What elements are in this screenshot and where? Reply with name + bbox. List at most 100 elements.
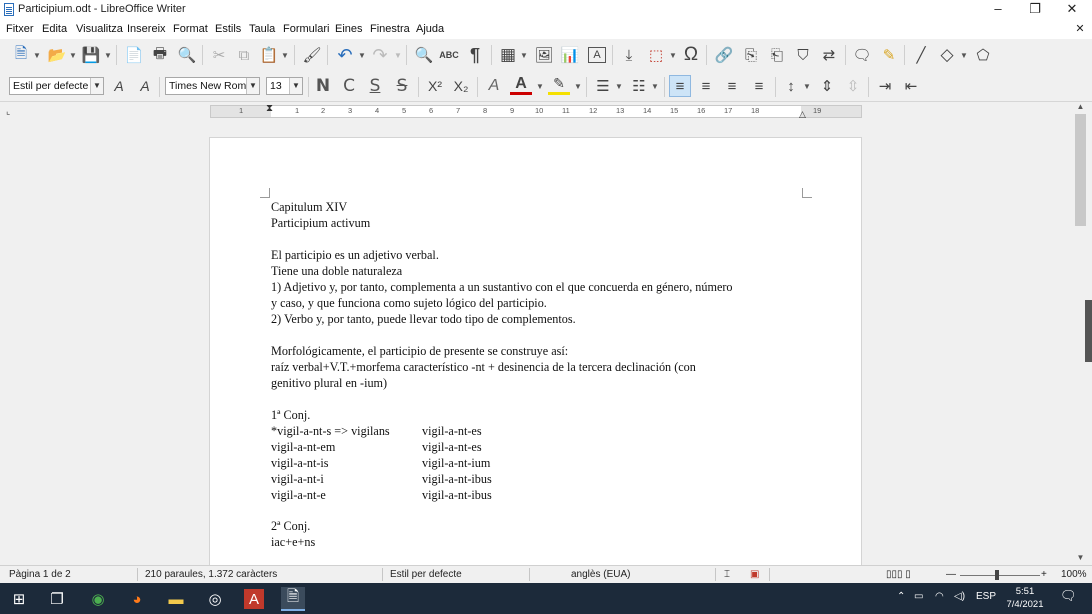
declension-cell[interactable]: vigil-a-nt-ibus <box>422 487 492 503</box>
chevron-down-icon[interactable]: ▼ <box>246 78 259 94</box>
declension-cell[interactable]: vigil-a-nt-es <box>422 423 482 439</box>
restore-button[interactable]: ❐ <box>1017 0 1053 20</box>
close-document-button[interactable]: ✕ <box>1068 20 1092 40</box>
doc-subheading[interactable]: Participium activum <box>271 215 370 231</box>
track-changes-icon[interactable]: ✎ <box>878 44 900 66</box>
insert-chart-icon[interactable]: 📊 <box>559 44 581 66</box>
scroll-thumb[interactable] <box>1075 114 1086 226</box>
right-indent-marker-icon[interactable]: △ <box>799 109 806 120</box>
new-style-icon[interactable]: A <box>134 75 156 97</box>
chevron-down-icon[interactable]: ▼ <box>536 82 544 91</box>
cross-reference-icon[interactable]: ⇄ <box>818 44 840 66</box>
hyperlink-icon[interactable]: 🔗 <box>713 44 735 66</box>
libreoffice-writer-taskbar-icon[interactable]: 🗎 <box>281 587 305 611</box>
font-size-combo[interactable]: 13 ▼ <box>266 77 303 95</box>
increase-paragraph-spacing-icon[interactable]: ⇕ <box>816 75 838 97</box>
superscript-button[interactable]: X² <box>424 75 446 97</box>
chevron-down-icon[interactable]: ▼ <box>104 51 112 60</box>
scroll-up-icon[interactable]: ▲ <box>1072 102 1089 114</box>
doc-line[interactable]: El participio es un adjetivo verbal. <box>271 247 439 263</box>
draw-functions-icon[interactable]: ⬠ <box>972 44 994 66</box>
cut-icon[interactable]: ✂ <box>208 44 230 66</box>
menu-finestra[interactable]: Finestra <box>370 23 410 35</box>
selection-mode-icon[interactable]: ⌶ <box>724 569 730 580</box>
justify-button[interactable]: ≡ <box>748 75 770 97</box>
declension-cell[interactable]: *vigil-a-nt-s => vigilans <box>271 423 390 439</box>
indent-marker-icon[interactable]: ⧗ <box>266 103 273 114</box>
align-center-button[interactable]: ≡ <box>695 75 717 97</box>
task-view-icon[interactable]: ❐ <box>45 587 69 611</box>
endnote-icon[interactable]: ⎗ <box>766 44 788 66</box>
doc-line[interactable]: 1ª Conj. <box>271 407 310 423</box>
print-preview-icon[interactable]: 🔍 <box>176 44 198 66</box>
horizontal-ruler[interactable]: 1 ⧗ 1 2 3 4 5 6 7 8 9 10 11 12 13 14 15 … <box>210 103 862 120</box>
clear-formatting-icon[interactable]: A <box>483 75 505 97</box>
document-modified-icon[interactable]: ▣ <box>750 569 759 580</box>
firefox-icon[interactable]: ◕ <box>125 587 149 611</box>
basic-shapes-icon[interactable]: ◇ <box>936 44 958 66</box>
chevron-down-icon[interactable]: ▼ <box>669 51 677 60</box>
save-icon[interactable]: 💾 <box>80 44 102 66</box>
copy-icon[interactable]: ⧉ <box>233 44 255 66</box>
menu-format[interactable]: Format <box>173 23 208 35</box>
windows-start-icon[interactable]: ⊞ <box>7 587 31 611</box>
view-layout-icon[interactable]: ▯▯▯ ▯ <box>886 569 911 580</box>
acrobat-icon[interactable]: A <box>244 589 264 609</box>
chevron-down-icon[interactable]: ▼ <box>615 82 623 91</box>
document-page[interactable]: Capitulum XIV Participium activum El par… <box>209 137 862 565</box>
doc-line[interactable]: Tiene una doble naturaleza <box>271 263 402 279</box>
page-break-icon[interactable]: ⤓ <box>618 44 640 66</box>
italic-button[interactable]: C <box>338 75 360 97</box>
new-document-icon[interactable]: 🗎 <box>10 44 32 66</box>
scroll-down-icon[interactable]: ▼ <box>1072 553 1089 565</box>
text-language[interactable]: anglès (EUA) <box>571 569 630 580</box>
doc-line[interactable]: 1) Adjetivo y, por tanto, complementa a … <box>271 279 733 295</box>
chevron-down-icon[interactable]: ▼ <box>358 51 366 60</box>
paste-icon[interactable]: 📋 <box>258 44 280 66</box>
wifi-icon[interactable]: ◠ <box>935 591 944 602</box>
doc-line[interactable]: y caso, y que funciona como sujeto lógic… <box>271 295 547 311</box>
decrease-paragraph-spacing-icon[interactable]: ⇳ <box>842 75 864 97</box>
tray-overflow-icon[interactable]: ⌃ <box>897 591 905 602</box>
export-pdf-icon[interactable]: 📄 <box>123 44 145 66</box>
chevron-down-icon[interactable]: ▼ <box>803 82 811 91</box>
doc-line[interactable]: Morfológicamente, el participio de prese… <box>271 343 568 359</box>
bookmark-icon[interactable]: ⛉ <box>792 44 814 66</box>
clone-formatting-icon[interactable]: 🖌 <box>301 44 323 66</box>
decrease-indent-icon[interactable]: ⇤ <box>900 75 922 97</box>
document-workspace[interactable]: Capitulum XIV Participium activum El par… <box>0 122 1072 565</box>
menu-fitxer[interactable]: Fitxer <box>6 23 34 35</box>
close-button[interactable]: ✕ <box>1054 0 1090 20</box>
underline-button[interactable]: S <box>364 75 386 97</box>
align-left-button[interactable]: ≡ <box>669 75 691 97</box>
chevron-down-icon[interactable]: ▼ <box>33 51 41 60</box>
menu-formulari[interactable]: Formulari <box>283 23 329 35</box>
formatting-marks-icon[interactable]: ¶ <box>464 44 486 66</box>
notification-icon[interactable]: 🗨 <box>1060 588 1077 604</box>
chevron-down-icon[interactable]: ▼ <box>289 78 302 94</box>
doc-line[interactable]: 2ª Conj. <box>271 518 310 534</box>
bold-button[interactable]: N <box>312 75 334 97</box>
declension-cell[interactable]: vigil-a-nt-is <box>271 455 329 471</box>
doc-line[interactable]: raíz verbal+V.T.+morfema característico … <box>271 359 696 375</box>
declension-cell[interactable]: vigil-a-nt-es <box>422 439 482 455</box>
insert-field-icon[interactable]: ⬚ <box>645 44 667 66</box>
subscript-button[interactable]: X₂ <box>450 75 472 97</box>
numbering-icon[interactable]: ☷ <box>628 75 650 97</box>
minimize-button[interactable]: – <box>980 0 1016 20</box>
tab-stop-icon[interactable]: ⌞ <box>6 106 10 117</box>
menu-edita[interactable]: Edita <box>42 23 67 35</box>
zoom-in-icon[interactable]: + <box>1041 569 1047 580</box>
open-folder-icon[interactable]: 📂 <box>46 44 68 66</box>
sidebar-toggle-handle[interactable] <box>1085 300 1092 362</box>
highlight-color-icon[interactable]: ✎ <box>548 75 570 95</box>
line-spacing-icon[interactable]: ↕ <box>780 75 802 97</box>
chevron-down-icon[interactable]: ▼ <box>69 51 77 60</box>
menu-taula[interactable]: Taula <box>249 23 275 35</box>
doc-line[interactable]: iac+e+ns <box>271 534 315 550</box>
menu-estils[interactable]: Estils <box>215 23 241 35</box>
chevron-down-icon[interactable]: ▼ <box>574 82 582 91</box>
chevron-down-icon[interactable]: ▼ <box>651 82 659 91</box>
input-language[interactable]: ESP <box>976 591 996 602</box>
chevron-down-icon[interactable]: ▼ <box>394 51 402 60</box>
